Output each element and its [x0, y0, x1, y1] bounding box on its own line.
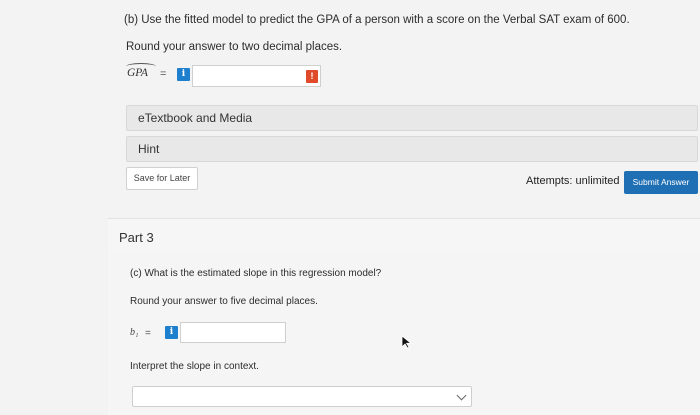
part-b-round-instruction: Round your answer to two decimal places. — [126, 41, 343, 53]
etextbook-media-panel[interactable]: eTextbook and Media — [126, 105, 698, 131]
slope-info-icon[interactable]: i — [165, 326, 178, 339]
slope-variable-label: b₁ — [130, 327, 139, 338]
slope-answer-input[interactable] — [180, 322, 286, 343]
gpa-equals-sign: = — [160, 68, 167, 80]
hint-panel[interactable]: Hint — [126, 136, 698, 162]
chevron-down-icon — [456, 390, 467, 401]
interpret-slope-select[interactable] — [132, 386, 472, 407]
etextbook-media-label: eTextbook and Media — [138, 111, 253, 125]
part-c-round-instruction: Round your answer to five decimal places… — [130, 296, 318, 307]
slope-equals-sign: = — [145, 328, 151, 339]
attempts-text: Attempts: unlimited — [526, 175, 620, 187]
gpa-variable-label: GPA — [127, 67, 148, 79]
interpret-prompt: Interpret the slope in context. — [130, 361, 259, 372]
gpa-info-icon[interactable]: i — [177, 68, 190, 81]
submit-answer-button[interactable]: Submit Answer — [624, 171, 698, 194]
gpa-answer-input[interactable] — [192, 65, 321, 87]
part-c-question: (c) What is the estimated slope in this … — [130, 268, 382, 279]
hint-label: Hint — [138, 142, 160, 156]
mouse-cursor-icon — [401, 335, 413, 349]
gpa-alert-icon: ! — [306, 70, 318, 83]
part-3-title: Part 3 — [119, 230, 154, 245]
part-b-question: (b) Use the fitted model to predict the … — [124, 14, 630, 26]
save-for-later-button[interactable]: Save for Later — [126, 167, 198, 190]
